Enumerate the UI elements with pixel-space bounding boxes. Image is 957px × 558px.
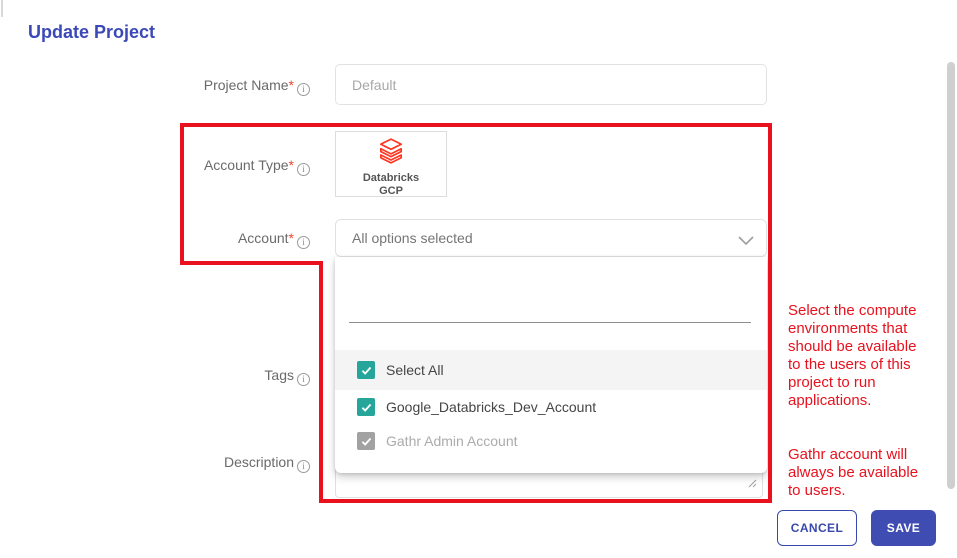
annotation-note: Select the compute environments that sho…: [788, 284, 946, 518]
checkbox-checked-disabled-icon: [357, 432, 375, 450]
chevron-down-icon: [738, 233, 754, 249]
account-dropdown-panel: Select All Google_Databricks_Dev_Account…: [335, 257, 767, 473]
dropdown-option-label: Gathr Admin Account: [386, 433, 518, 449]
account-type-card-line1: Databricks: [362, 172, 420, 184]
resize-handle-icon[interactable]: [748, 475, 757, 493]
dropdown-option-label: Select All: [386, 362, 444, 378]
account-select-value: All options selected: [352, 230, 473, 246]
account-type-label: Account Type* i: [60, 157, 310, 176]
account-select[interactable]: All options selected: [335, 219, 767, 257]
info-icon[interactable]: i: [297, 460, 310, 473]
project-name-label: Project Name* i: [60, 77, 310, 96]
account-type-card-line2: GCP: [379, 185, 403, 197]
checkbox-checked-icon[interactable]: [357, 398, 375, 416]
annotation-note-paragraph-2: Gathr account will always be available t…: [788, 446, 919, 499]
info-icon[interactable]: i: [297, 373, 310, 386]
info-icon[interactable]: i: [297, 236, 310, 249]
vertical-scrollbar-thumb[interactable]: [947, 62, 955, 489]
dropdown-option-google-databricks-dev-account[interactable]: Google_Databricks_Dev_Account: [335, 390, 767, 424]
required-asterisk: *: [288, 157, 294, 173]
window-edge-artifact: [1, 0, 3, 17]
info-icon[interactable]: i: [297, 163, 310, 176]
save-button[interactable]: SAVE: [871, 510, 936, 546]
description-label: Description i: [60, 454, 310, 473]
dropdown-option-gathr-admin-account: Gathr Admin Account: [335, 424, 767, 458]
tags-label: Tags i: [60, 367, 310, 386]
required-asterisk: *: [288, 77, 294, 93]
account-label: Account* i: [60, 230, 310, 249]
required-asterisk: *: [288, 230, 294, 246]
databricks-logo-icon: [377, 138, 405, 169]
dropdown-option-label: Google_Databricks_Dev_Account: [386, 399, 597, 415]
account-type-card-databricks-gcp[interactable]: Databricks GCP: [335, 131, 447, 197]
project-name-input[interactable]: [335, 64, 767, 105]
annotation-note-paragraph-1: Select the compute environments that sho…: [788, 302, 917, 409]
page-title: Update Project: [28, 22, 156, 42]
dropdown-search-input[interactable]: [349, 287, 751, 323]
cancel-button[interactable]: CANCEL: [777, 510, 857, 546]
dropdown-option-select-all[interactable]: Select All: [335, 350, 767, 390]
checkbox-checked-icon[interactable]: [357, 361, 375, 379]
info-icon[interactable]: i: [297, 83, 310, 96]
